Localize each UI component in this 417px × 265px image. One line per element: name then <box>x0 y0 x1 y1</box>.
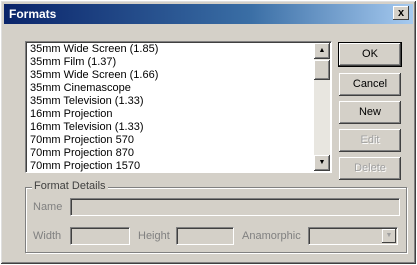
title-bar[interactable]: Formats x <box>4 4 413 24</box>
format-list: 35mm Wide Screen (1.85) 35mm Film (1.37) 3… <box>30 43 312 172</box>
new-button[interactable]: New <box>339 101 401 124</box>
name-field[interactable] <box>70 198 400 216</box>
group-title: Format Details <box>32 180 108 192</box>
list-item[interactable]: 70mm Projection 570 <box>30 134 312 147</box>
name-label: Name <box>33 201 63 213</box>
combo-dropdown-button[interactable]: ▼ <box>382 229 396 243</box>
list-item[interactable]: 35mm Television (1.33) <box>30 95 312 108</box>
formats-listbox[interactable]: 35mm Wide Screen (1.85) 35mm Film (1.37) 3… <box>25 41 332 173</box>
scroll-down-button[interactable]: ▼ <box>314 155 330 171</box>
list-item[interactable]: 35mm Wide Screen (1.66) <box>30 69 312 82</box>
list-item[interactable]: 35mm Wide Screen (1.85) <box>30 43 312 56</box>
list-item[interactable]: 35mm Cinemascope <box>30 82 312 95</box>
height-field[interactable] <box>176 227 234 245</box>
list-item[interactable]: 70mm Projection 870 <box>30 147 312 160</box>
delete-button[interactable]: Delete <box>339 157 401 180</box>
close-button[interactable]: x <box>393 6 409 20</box>
list-item[interactable]: 16mm Projection <box>30 108 312 121</box>
edit-button[interactable]: Edit <box>339 129 401 152</box>
format-details-group: Format Details Name Width Height Anamorp… <box>25 180 407 253</box>
chevron-down-icon: ▼ <box>385 232 393 239</box>
list-item[interactable]: 35mm Film (1.37) <box>30 56 312 69</box>
scroll-up-button[interactable]: ▲ <box>314 43 330 59</box>
width-field[interactable] <box>70 227 130 245</box>
arrow-up-icon: ▲ <box>318 47 326 54</box>
arrow-down-icon: ▼ <box>318 159 326 166</box>
height-label: Height <box>138 230 170 242</box>
scroll-thumb[interactable] <box>314 60 330 80</box>
width-label: Width <box>33 230 62 242</box>
list-item[interactable]: 16mm Television (1.33) <box>30 121 312 134</box>
close-icon: x <box>397 7 405 19</box>
anamorphic-combo[interactable]: ▼ <box>308 227 398 245</box>
formats-dialog: Formats x 35mm Wide Screen (1.85) 35mm Fi… <box>0 0 417 265</box>
list-item[interactable]: 70mm Projection 1570 <box>30 160 312 172</box>
ok-button[interactable]: OK <box>338 42 402 67</box>
vertical-scrollbar[interactable]: ▲ ▼ <box>314 43 330 171</box>
dialog-title: Formats <box>9 7 57 21</box>
anamorphic-label: Anamorphic <box>242 230 301 242</box>
cancel-button[interactable]: Cancel <box>339 73 401 96</box>
